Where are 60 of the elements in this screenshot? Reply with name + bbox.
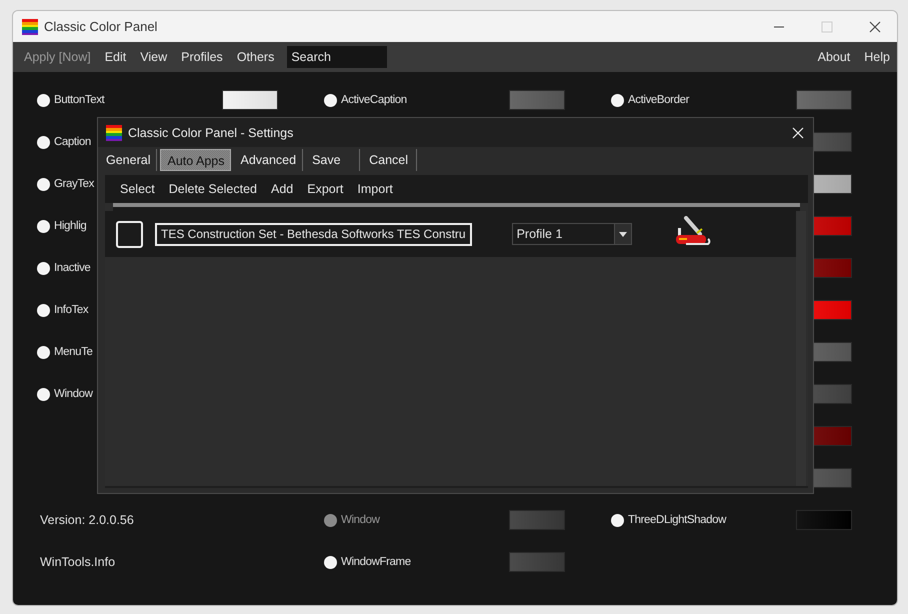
info-text: Version: 2.0.0.56 — [40, 513, 134, 527]
color-label: InfoTex — [54, 304, 88, 316]
menu-item[interactable]: Help — [857, 50, 897, 64]
tab[interactable]: Auto Apps — [160, 149, 232, 171]
checkbox[interactable] — [116, 220, 143, 248]
rainbow-icon — [22, 18, 38, 34]
profile-dropdown[interactable]: Profile 1 — [512, 223, 632, 245]
app-row[interactable]: TES Construction Set - Bethesda Softworks TES Constru Profile 1 — [105, 211, 796, 257]
menu-item[interactable]: Others — [230, 50, 282, 64]
menu-item[interactable]: About — [810, 50, 858, 64]
color-label: ButtonText — [54, 94, 104, 106]
dropdown-arrow-icon[interactable] — [618, 232, 627, 236]
menu-item[interactable]: View — [133, 50, 174, 64]
toolbar-button[interactable]: Delete Selected — [162, 182, 264, 196]
color-label: ThreeDLightShadow — [628, 514, 726, 526]
color-swatch[interactable] — [796, 90, 852, 110]
radio-button[interactable] — [37, 304, 50, 316]
scrollbar[interactable] — [796, 211, 806, 486]
radio-button[interactable] — [324, 94, 337, 106]
radio-button[interactable] — [37, 220, 50, 232]
color-swatch[interactable] — [509, 90, 565, 110]
color-swatch[interactable] — [509, 552, 565, 572]
close-icon[interactable] — [869, 20, 881, 32]
color-label: ActiveCaption — [341, 94, 407, 106]
radio-button[interactable] — [37, 388, 50, 400]
color-label: Window — [54, 388, 93, 400]
tab[interactable]: Cancel — [363, 149, 418, 171]
info-text: WinTools.Info — [40, 555, 116, 569]
menu-item[interactable]: Profiles — [174, 50, 230, 64]
radio-button[interactable] — [37, 136, 50, 148]
radio-button[interactable] — [611, 514, 624, 526]
rainbow-icon — [106, 124, 122, 140]
tab[interactable]: Advanced — [234, 149, 304, 171]
menu-item[interactable]: Edit — [98, 50, 134, 64]
toolbar-button[interactable]: Add — [264, 182, 300, 196]
color-label: GrayTex — [54, 178, 94, 190]
tab[interactable]: Save — [306, 149, 360, 171]
color-label: Highlig — [54, 220, 86, 232]
radio-button[interactable] — [37, 94, 50, 106]
color-label: WindowFrame — [341, 556, 411, 568]
color-label: Inactive — [54, 262, 90, 274]
radio-button[interactable] — [37, 262, 50, 274]
window-title: Classic Color Panel — [44, 19, 158, 34]
search-field[interactable]: Search — [287, 46, 388, 68]
radio-button[interactable] — [324, 556, 337, 568]
radio-button[interactable] — [37, 346, 50, 358]
app-name-field[interactable]: TES Construction Set - Bethesda Softworks TES Constru — [155, 222, 472, 246]
color-label: ActiveBorder — [628, 94, 690, 106]
dialog-title: Classic Color Panel - Settings — [128, 126, 294, 140]
toolbar-button[interactable]: Select — [113, 182, 162, 196]
color-label: MenuTe — [54, 346, 93, 358]
color-swatch[interactable] — [222, 90, 278, 110]
radio-button[interactable] — [611, 94, 624, 106]
color-label: Window — [341, 514, 380, 526]
color-swatch[interactable] — [796, 510, 852, 530]
toolbar-button[interactable]: Export — [300, 182, 350, 196]
radio-button[interactable] — [37, 178, 50, 190]
color-label: Caption — [54, 136, 91, 148]
toolbar-button[interactable]: Import — [350, 182, 400, 196]
tab[interactable]: General — [100, 149, 158, 171]
